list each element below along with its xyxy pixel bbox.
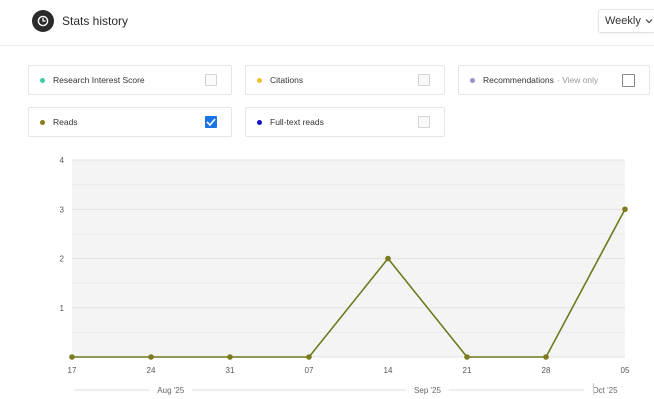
metric-recommendations[interactable]: Recommendations · View only [458,65,650,95]
metric-checkbox[interactable] [418,74,430,86]
data-point [385,255,391,262]
metric-label: Full-text reads [270,117,324,127]
x-tick-label: 14 [384,366,393,375]
data-point [464,354,470,360]
x-tick-label: 05 [621,366,630,375]
reads-line-chart: 1 2 3 4 17 24 31 07 14 21 28 05 Aug '25 Sep '25 Oct '2… [60,156,630,395]
data-point [148,354,154,360]
x-tick-label: 21 [463,366,472,375]
check-icon [206,118,216,126]
x-tick-label: 24 [147,366,156,375]
page-title: Stats history [62,14,129,28]
metric-checkbox[interactable] [205,116,217,128]
y-tick-label: 3 [60,205,65,214]
data-point [543,354,549,360]
data-point [622,206,628,213]
metric-checkbox[interactable] [622,74,635,87]
x-tick-label: 07 [305,366,314,375]
legend-dot [40,77,45,83]
metric-label: Reads [53,117,78,127]
metric-reads[interactable]: Reads [28,107,232,137]
x-tick-label: 17 [68,366,77,375]
period-label: Weekly [605,15,641,27]
data-point [306,354,312,360]
month-label: Oct '25 [592,386,618,395]
legend-dot [257,77,262,83]
x-tick-label: 31 [226,366,235,375]
x-tick-label: 28 [542,366,551,375]
metric-label: Citations [270,75,304,85]
metric-citations[interactable]: Citations [245,65,445,95]
chevron-down-icon [645,19,653,24]
metric-label: Recommendations [483,75,554,85]
data-point [227,354,233,360]
view-only-hint: · View only [556,75,599,85]
data-point [69,354,75,360]
metric-checkbox[interactable] [418,116,430,128]
clock-glyph [37,15,49,27]
y-tick-label: 4 [60,156,65,165]
y-tick-label: 2 [60,255,65,264]
legend-dot [40,119,45,125]
y-tick-label: 1 [60,304,65,313]
clock-icon [32,10,54,32]
period-select[interactable]: Weekly [598,9,654,33]
metric-checkbox[interactable] [205,74,217,86]
stats-header: Stats history Weekly [0,0,654,46]
legend-dot [470,77,475,83]
legend-dot [257,119,262,125]
month-label: Sep '25 [414,386,441,395]
metric-full-text-reads[interactable]: Full-text reads [245,107,445,137]
month-label: Aug '25 [157,386,184,395]
metric-label: Research Interest Score [53,75,145,85]
metric-research-interest-score[interactable]: Research Interest Score [28,65,232,95]
